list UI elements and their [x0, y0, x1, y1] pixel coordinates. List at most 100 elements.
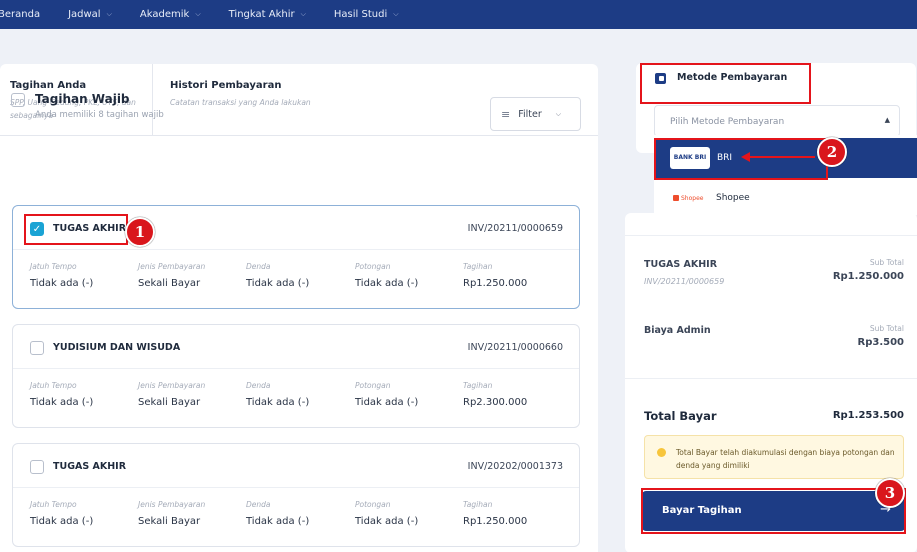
bill-field-jatuh-tempo: Jatuh Tempo Tidak ada (-)	[30, 500, 93, 527]
bill-field-jenis: Jenis Pembayaran Sekali Bayar	[138, 262, 205, 289]
bill-checkbox[interactable]: ✓	[30, 222, 44, 236]
pay-bill-button[interactable]: Bayar Tagihan →	[642, 491, 905, 531]
field-value: Tidak ada (-)	[246, 397, 310, 408]
option-bri[interactable]: BANK BRI BRI	[654, 138, 917, 178]
select-placeholder: Pilih Metode Pembayaran	[670, 117, 785, 127]
nav-label: Hasil Studi	[333, 9, 388, 20]
field-label: Denda	[246, 500, 271, 509]
chevron-down-icon: ⌵	[555, 109, 562, 118]
admin-fee-name: Biaya Admin	[644, 325, 711, 336]
pay-button-label: Bayar Tagihan	[662, 505, 742, 516]
option-shopee[interactable]: Shopee Shopee	[654, 179, 917, 215]
field-label: Tagihan	[463, 500, 493, 509]
field-label: Jatuh Tempo	[30, 500, 77, 509]
bill-invoice: INV/20211/0000659	[467, 223, 563, 234]
nav-item-beranda[interactable]: Beranda	[0, 9, 40, 20]
field-value: Sekali Bayar	[138, 397, 201, 408]
payment-method-dropdown: BANK BRI BRI Shopee Shopee	[654, 135, 917, 215]
nav-label: Beranda	[0, 9, 41, 20]
section-subtitle: Anda memiliki 8 tagihan wajib	[35, 110, 164, 120]
wallet-icon	[655, 73, 666, 84]
bill-field-denda: Denda Tidak ada (-)	[246, 262, 309, 289]
bill-field-jenis: Jenis Pembayaran Sekali Bayar	[138, 500, 205, 527]
field-label: Jenis Pembayaran	[138, 500, 206, 509]
caret-up-icon: ▲	[884, 116, 890, 124]
field-value: Tidak ada (-)	[246, 516, 310, 527]
bill-title: YUDISIUM DAN WISUDA	[53, 342, 181, 353]
divider	[625, 378, 917, 379]
chevron-down-icon: ⌵	[195, 10, 201, 18]
bill-card-header: ✓ TUGAS AKHIR INV/20211/0000659	[13, 206, 579, 250]
summary-item-name: TUGAS AKHIR	[644, 259, 718, 270]
nav-item-tingkat-akhir[interactable]: Tingkat Akhir ⌵	[229, 9, 306, 20]
shopee-logo: Shopee	[673, 195, 703, 202]
tab-histori-pembayaran[interactable]: Histori Pembayaran Catatan transaksi yan…	[152, 64, 332, 136]
bill-checkbox[interactable]	[30, 341, 44, 355]
select-all-checkbox[interactable]	[11, 93, 25, 107]
bill-checkbox[interactable]	[30, 460, 44, 474]
subtotal-label: Sub Total	[869, 258, 904, 267]
arrow-left-icon	[741, 152, 750, 162]
nav-item-akademik[interactable]: Akademik ⌵	[140, 9, 201, 20]
bill-field-tagihan: Tagihan Rp2.300.000	[463, 381, 527, 408]
top-navbar: Beranda Jadwal ⌵ Akademik ⌵ Tingkat Akhir ⌵…	[0, 0, 917, 29]
divider	[625, 235, 917, 236]
payment-summary-panel: TUGAS AKHIR INV/20211/0000659 Sub Total …	[625, 213, 917, 552]
subtotal-label: Sub Total	[869, 324, 904, 333]
chevron-down-icon: ⌵	[393, 10, 399, 18]
payment-method-select[interactable]: Pilih Metode Pembayaran ▲	[654, 105, 900, 137]
field-value: Sekali Bayar	[138, 516, 201, 527]
bill-field-potongan: Potongan Tidak ada (-)	[355, 262, 418, 289]
bill-card[interactable]: YUDISIUM DAN WISUDA INV/20211/0000660 Ja…	[12, 324, 580, 428]
bill-field-denda: Denda Tidak ada (-)	[246, 500, 309, 527]
field-label: Potongan	[355, 262, 391, 271]
field-label: Tagihan	[463, 381, 493, 390]
bill-card[interactable]: TUGAS AKHIR INV/20202/0001373 Jatuh Temp…	[12, 443, 580, 547]
bill-field-jatuh-tempo: Jatuh Tempo Tidak ada (-)	[30, 381, 93, 408]
chevron-down-icon: ⌵	[300, 10, 306, 18]
field-value: Sekali Bayar	[138, 278, 201, 289]
bill-field-potongan: Potongan Tidak ada (-)	[355, 500, 418, 527]
field-value: Tidak ada (-)	[246, 278, 310, 289]
bill-invoice: INV/20211/0000660	[467, 342, 563, 353]
step-badge-3: 3	[875, 478, 905, 508]
field-label: Potongan	[355, 381, 391, 390]
nav-label: Jadwal	[68, 9, 101, 20]
step-badge-1: 1	[125, 217, 155, 247]
notice-text: Total Bayar telah diakumulasi dengan bia…	[676, 448, 895, 470]
bri-logo: BANK BRI	[670, 147, 710, 169]
bill-field-tagihan: Tagihan Rp1.250.000	[463, 262, 527, 289]
bill-card[interactable]: ✓ TUGAS AKHIR INV/20211/0000659 Jatuh Te…	[12, 205, 580, 309]
bill-field-jenis: Jenis Pembayaran Sekali Bayar	[138, 381, 205, 408]
bill-field-tagihan: Tagihan Rp1.250.000	[463, 500, 527, 527]
field-label: Denda	[246, 262, 271, 271]
summary-item-invoice: INV/20211/0000659	[644, 277, 725, 286]
bill-card-header: TUGAS AKHIR INV/20202/0001373	[13, 444, 579, 488]
filter-button[interactable]: ≡ Filter ⌵	[490, 97, 581, 131]
field-label: Tagihan	[463, 262, 493, 271]
bill-field-jatuh-tempo: Jatuh Tempo Tidak ada (-)	[30, 262, 93, 289]
nav-item-hasil-studi[interactable]: Hasil Studi ⌵	[334, 9, 399, 20]
field-value: Rp2.300.000	[463, 397, 528, 408]
field-value: Tidak ada (-)	[30, 516, 94, 527]
field-label: Jenis Pembayaran	[138, 262, 206, 271]
field-label: Jatuh Tempo	[30, 262, 77, 271]
field-value: Tidak ada (-)	[355, 397, 419, 408]
field-value: Tidak ada (-)	[30, 397, 94, 408]
subtotal-value: Rp3.500	[857, 337, 905, 348]
field-label: Jenis Pembayaran	[138, 381, 206, 390]
bill-field-potongan: Potongan Tidak ada (-)	[355, 381, 418, 408]
info-icon	[657, 448, 666, 457]
filter-icon: ≡	[501, 107, 511, 121]
nav-label: Tingkat Akhir	[228, 9, 295, 20]
field-value: Rp1.250.000	[463, 516, 528, 527]
nav-label: Akademik	[139, 9, 190, 20]
option-label: BRI	[717, 153, 733, 163]
tab-title: Histori Pembayaran	[170, 80, 282, 91]
bill-title: TUGAS AKHIR	[53, 461, 127, 472]
payment-method-title: Metode Pembayaran	[677, 72, 788, 83]
tab-title: Tagihan Anda	[10, 80, 87, 91]
option-label: Shopee	[716, 193, 750, 203]
field-label: Denda	[246, 381, 271, 390]
nav-item-jadwal[interactable]: Jadwal ⌵	[68, 9, 112, 20]
